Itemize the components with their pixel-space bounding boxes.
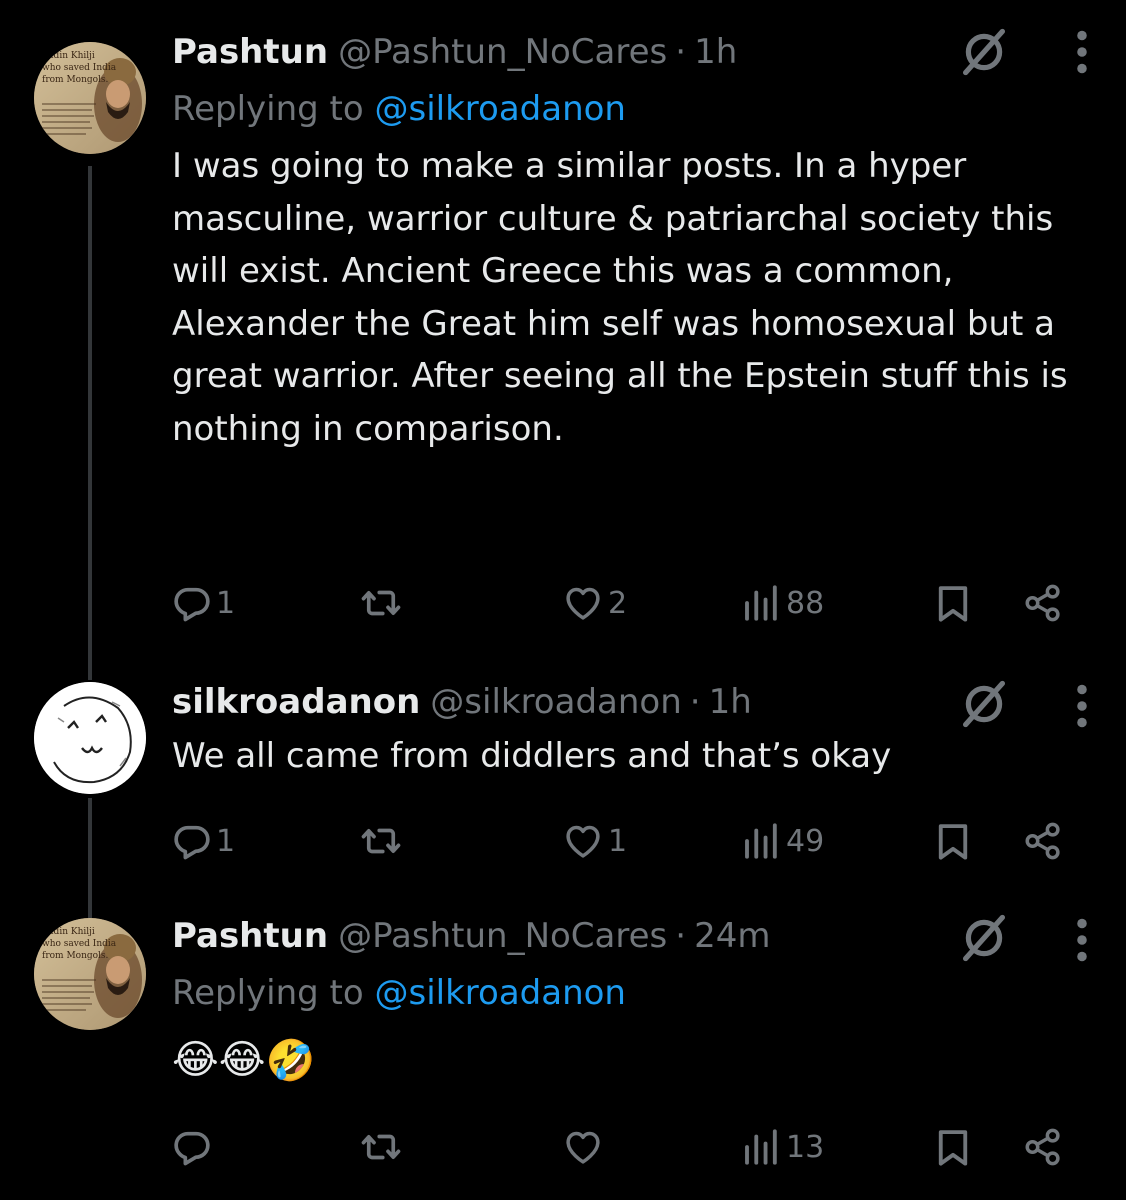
views-button[interactable]: 13 — [740, 1122, 824, 1172]
views-icon — [740, 820, 782, 862]
reply-count: 1 — [216, 585, 236, 621]
like-icon — [562, 582, 604, 624]
replying-to: Replying to @silkroadanon — [172, 80, 1102, 138]
timestamp[interactable]: 24m — [694, 908, 770, 964]
separator: · — [675, 32, 687, 72]
replying-to: Replying to @silkroadanon — [172, 964, 1102, 1022]
avatar-caption: uddin Khilji — [42, 927, 95, 937]
avatar-image — [34, 682, 146, 794]
reply-icon — [172, 1127, 212, 1167]
grok-icon[interactable] — [958, 678, 1010, 730]
repost-icon — [360, 820, 402, 862]
reply-button[interactable]: 1 — [172, 816, 235, 866]
replying-label: Replying to — [172, 973, 364, 1013]
views-icon — [740, 582, 782, 624]
avatar[interactable] — [34, 682, 146, 794]
tweet-content: Pashtun @Pashtun_NoCares · 1h Replying t… — [172, 24, 1102, 455]
reply-button[interactable]: 1 — [172, 578, 235, 628]
like-button[interactable] — [562, 1122, 608, 1172]
bookmark-button[interactable] — [932, 578, 974, 628]
avatar[interactable]: uddin Khilji who saved India from Mongol… — [34, 42, 146, 154]
replying-to-mention[interactable]: @silkroadanon — [375, 89, 626, 129]
user-handle[interactable]: @Pashtun_NoCares — [338, 24, 667, 80]
avatar-caption: from Mongols. — [42, 951, 109, 961]
repost-button[interactable] — [360, 578, 402, 628]
more-options-icon[interactable] — [1074, 684, 1090, 728]
action-bar: 13 — [172, 1122, 1072, 1172]
reply-icon — [172, 821, 212, 861]
like-icon — [562, 820, 604, 862]
separator: · — [689, 682, 701, 722]
replying-to-mention[interactable]: @silkroadanon — [375, 973, 626, 1013]
views-icon — [740, 1126, 782, 1168]
avatar-caption: who saved India — [42, 63, 117, 73]
display-name[interactable]: Pashtun — [172, 24, 328, 80]
share-icon — [1022, 582, 1064, 624]
grok-icon[interactable] — [958, 912, 1010, 964]
display-name[interactable]: Pashtun — [172, 908, 328, 964]
bookmark-icon — [932, 582, 974, 624]
user-handle[interactable]: @Pashtun_NoCares — [338, 908, 667, 964]
tweet[interactable]: uddin Khilji who saved India from Mongol… — [0, 900, 1126, 1200]
repost-icon — [360, 1126, 402, 1168]
views-button[interactable]: 49 — [740, 816, 824, 866]
reply-button[interactable] — [172, 1122, 216, 1172]
repost-button[interactable] — [360, 816, 402, 866]
like-count: 1 — [608, 823, 628, 859]
views-count: 88 — [786, 585, 825, 621]
share-button[interactable] — [1022, 578, 1064, 628]
replying-label: Replying to — [172, 89, 364, 129]
more-options-icon[interactable] — [1074, 918, 1090, 962]
views-count: 49 — [786, 823, 825, 859]
bookmark-icon — [932, 1126, 974, 1168]
repost-button[interactable] — [360, 1122, 402, 1172]
avatar-image: uddin Khilji who saved India from Mongol… — [34, 42, 146, 154]
share-button[interactable] — [1022, 1122, 1064, 1172]
like-icon — [562, 1126, 604, 1168]
grok-icon[interactable] — [958, 26, 1010, 78]
reply-count: 1 — [216, 823, 236, 859]
avatar[interactable]: uddin Khilji who saved India from Mongol… — [34, 918, 146, 1030]
display-name[interactable]: silkroadanon — [172, 674, 420, 730]
avatar-image: uddin Khilji who saved India from Mongol… — [34, 918, 146, 1030]
like-button[interactable]: 1 — [562, 816, 627, 866]
share-button[interactable] — [1022, 816, 1064, 866]
timestamp[interactable]: 1h — [694, 24, 737, 80]
bookmark-button[interactable] — [932, 1122, 974, 1172]
share-icon — [1022, 820, 1064, 862]
reply-icon — [172, 583, 212, 623]
rolling-laughing-emoji: 🤣 — [265, 1037, 316, 1084]
user-handle[interactable]: @silkroadanon — [430, 674, 681, 730]
avatar-caption: who saved India — [42, 939, 117, 949]
tears-of-joy-emoji: 😂 — [218, 1037, 266, 1083]
like-count: 2 — [608, 585, 628, 621]
more-options-icon[interactable] — [1074, 30, 1090, 74]
timestamp[interactable]: 1h — [709, 674, 752, 730]
bookmark-icon — [932, 820, 974, 862]
avatar-caption: uddin Khilji — [42, 51, 95, 61]
like-button[interactable]: 2 — [562, 578, 627, 628]
separator: · — [675, 916, 687, 956]
bookmark-button[interactable] — [932, 816, 974, 866]
avatar-caption: from Mongols. — [42, 75, 109, 85]
views-count: 13 — [786, 1129, 825, 1165]
views-button[interactable]: 88 — [740, 578, 824, 628]
tweet-text: I was going to make a similar posts. In … — [172, 146, 1068, 449]
tweet[interactable]: silkroadanon @silkroadanon · 1h We all c… — [0, 660, 1126, 900]
tears-of-joy-emoji: 😂 — [172, 1037, 219, 1083]
tweet[interactable]: uddin Khilji who saved India from Mongol… — [0, 0, 1126, 660]
action-bar: 1 1 49 — [172, 816, 1072, 866]
action-bar: 1 2 88 — [172, 578, 1072, 628]
tweet-text: 😂 😂 🤣 — [172, 1030, 1102, 1090]
tweet-text: We all came from diddlers and that’s oka… — [172, 736, 892, 776]
repost-icon — [360, 582, 402, 624]
share-icon — [1022, 1126, 1064, 1168]
